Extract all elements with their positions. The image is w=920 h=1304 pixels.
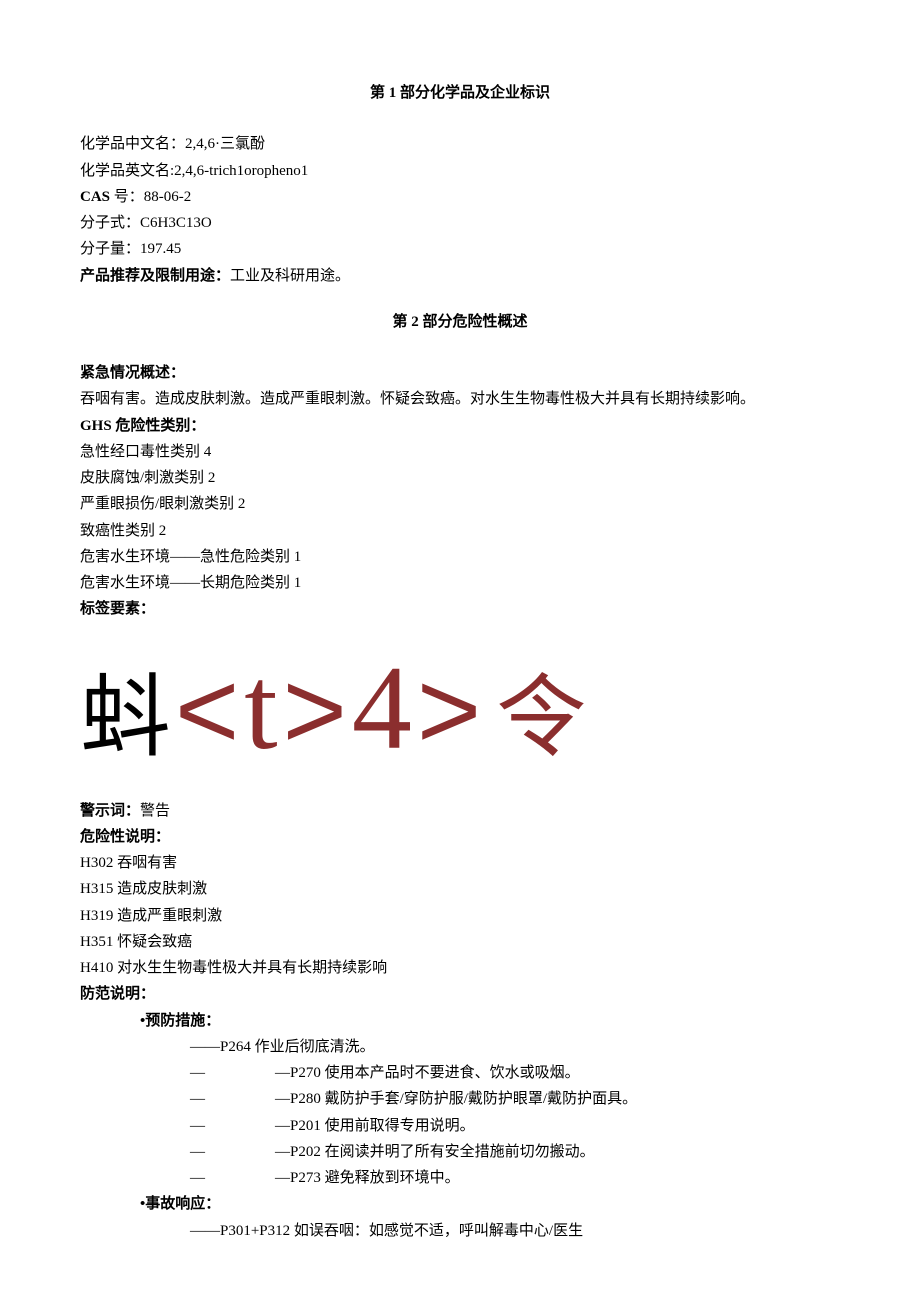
weight-label: 分子量： xyxy=(80,241,140,257)
section1-title: 第 1 部分化学品及企业标识 xyxy=(80,80,840,106)
ghs-item-2: 严重眼损伤/眼刺激类别 2 xyxy=(80,491,840,517)
ghs-item-1: 皮肤腐蚀/刺激类别 2 xyxy=(80,465,840,491)
prevention-p280: — —P280 戴防护手套/穿防护服/戴防护眼罩/戴防护面具。 xyxy=(80,1086,840,1112)
english-name-value: 2,4,6-trich1oropheno1 xyxy=(174,163,308,179)
chinese-name-label: 化学品中文名： xyxy=(80,136,185,152)
label-elements-label: 标签要素： xyxy=(80,596,840,622)
signal-word-line: 警示词：警告 xyxy=(80,798,840,824)
dash-1: — xyxy=(190,1060,220,1086)
prevention-p280-text: —P280 戴防护手套/穿防护服/戴防护眼罩/戴防护面具。 xyxy=(275,1086,637,1112)
emergency-text: 吞咽有害。造成皮肤刺激。造成严重眼刺激。怀疑会致癌。对水生生物毒性极大并具有长期… xyxy=(80,386,840,412)
cas-suffix: 号： xyxy=(110,189,144,205)
dash-1: — xyxy=(190,1086,220,1112)
formula-line: 分子式：C6H3C13O xyxy=(80,210,840,236)
ghs-item-4: 危害水生环境——急性危险类别 1 xyxy=(80,544,840,570)
prevention-p270-text: —P270 使用本产品时不要进食、饮水或吸烟。 xyxy=(275,1060,580,1086)
prevention-p270: — —P270 使用本产品时不要进食、饮水或吸烟。 xyxy=(80,1060,840,1086)
pictogram-t: t xyxy=(244,648,277,768)
weight-line: 分子量：197.45 xyxy=(80,236,840,262)
english-name-label: 化学品英文名: xyxy=(80,163,174,179)
hazard-0: H302 吞咽有害 xyxy=(80,850,840,876)
bracket-close-1: > xyxy=(283,656,347,766)
ghs-item-3: 致癌性类别 2 xyxy=(80,518,840,544)
formula-value: C6H3C13O xyxy=(140,215,212,231)
prevention-p201: — —P201 使用前取得专用说明。 xyxy=(80,1113,840,1139)
hazard-label: 危险性说明： xyxy=(80,824,840,850)
hazard-1: H315 造成皮肤刺激 xyxy=(80,876,840,902)
bracket-open-1: < xyxy=(175,656,239,766)
ghs-label: GHS 危险性类别： xyxy=(80,413,840,439)
dash-1: — xyxy=(190,1165,220,1191)
emergency-label: 紧急情况概述： xyxy=(80,360,840,386)
cas-label: CAS xyxy=(80,189,110,205)
dash-space xyxy=(220,1060,275,1086)
prevention-p201-text: —P201 使用前取得专用说明。 xyxy=(275,1113,475,1139)
hazard-2: H319 造成严重眼刺激 xyxy=(80,903,840,929)
prevention-label: •预防措施： xyxy=(80,1008,840,1034)
dash-space xyxy=(220,1113,275,1139)
english-name-line: 化学品英文名:2,4,6-trich1oropheno1 xyxy=(80,158,840,184)
signal-word-value: 警告 xyxy=(140,803,170,819)
dash-1: — xyxy=(190,1113,220,1139)
cas-number: 88-06-2 xyxy=(144,189,192,205)
pictograms-row: 蚪 < t > 4 > 令 xyxy=(80,648,840,768)
pictogram-4: 4 xyxy=(352,648,412,768)
formula-label: 分子式： xyxy=(80,215,140,231)
cas-line: CAS 号：88-06-2 xyxy=(80,184,840,210)
prevention-p202-text: —P202 在阅读并明了所有安全措施前切勿搬动。 xyxy=(275,1139,595,1165)
dash-1: — xyxy=(190,1139,220,1165)
hazard-4: H410 对水生生物毒性极大并具有长期持续影响 xyxy=(80,955,840,981)
dash-space xyxy=(220,1139,275,1165)
weight-value: 197.45 xyxy=(140,241,181,257)
prevention-p273: — —P273 避免释放到环境中。 xyxy=(80,1165,840,1191)
hazard-3: H351 怀疑会致癌 xyxy=(80,929,840,955)
chinese-name-line: 化学品中文名：2,4,6·三氯酚 xyxy=(80,131,840,157)
prevention-p273-text: —P273 避免释放到环境中。 xyxy=(275,1165,460,1191)
precaution-label: 防范说明： xyxy=(80,981,840,1007)
dash-space xyxy=(220,1086,275,1112)
response-p301: ——P301+P312 如误吞咽：如感觉不适，呼叫解毒中心/医生 xyxy=(80,1218,840,1244)
response-label: •事故响应： xyxy=(80,1191,840,1217)
bracket-close-2: > xyxy=(417,656,481,766)
chinese-name-value: 2,4,6·三氯酚 xyxy=(185,136,265,152)
pictogram-1: 蚪 xyxy=(80,674,170,764)
use-label: 产品推荐及限制用途： xyxy=(80,268,230,284)
signal-word-label: 警示词： xyxy=(80,803,140,819)
pictogram-2: 令 xyxy=(496,674,586,764)
ghs-item-5: 危害水生环境——长期危险类别 1 xyxy=(80,570,840,596)
prevention-p264: ——P264 作业后彻底清洗。 xyxy=(80,1034,840,1060)
dash-space xyxy=(220,1165,275,1191)
use-line: 产品推荐及限制用途：工业及科研用途。 xyxy=(80,263,840,289)
section2-title: 第 2 部分危险性概述 xyxy=(80,309,840,335)
use-value: 工业及科研用途。 xyxy=(230,268,350,284)
ghs-item-0: 急性经口毒性类别 4 xyxy=(80,439,840,465)
prevention-p202: — —P202 在阅读并明了所有安全措施前切勿搬动。 xyxy=(80,1139,840,1165)
